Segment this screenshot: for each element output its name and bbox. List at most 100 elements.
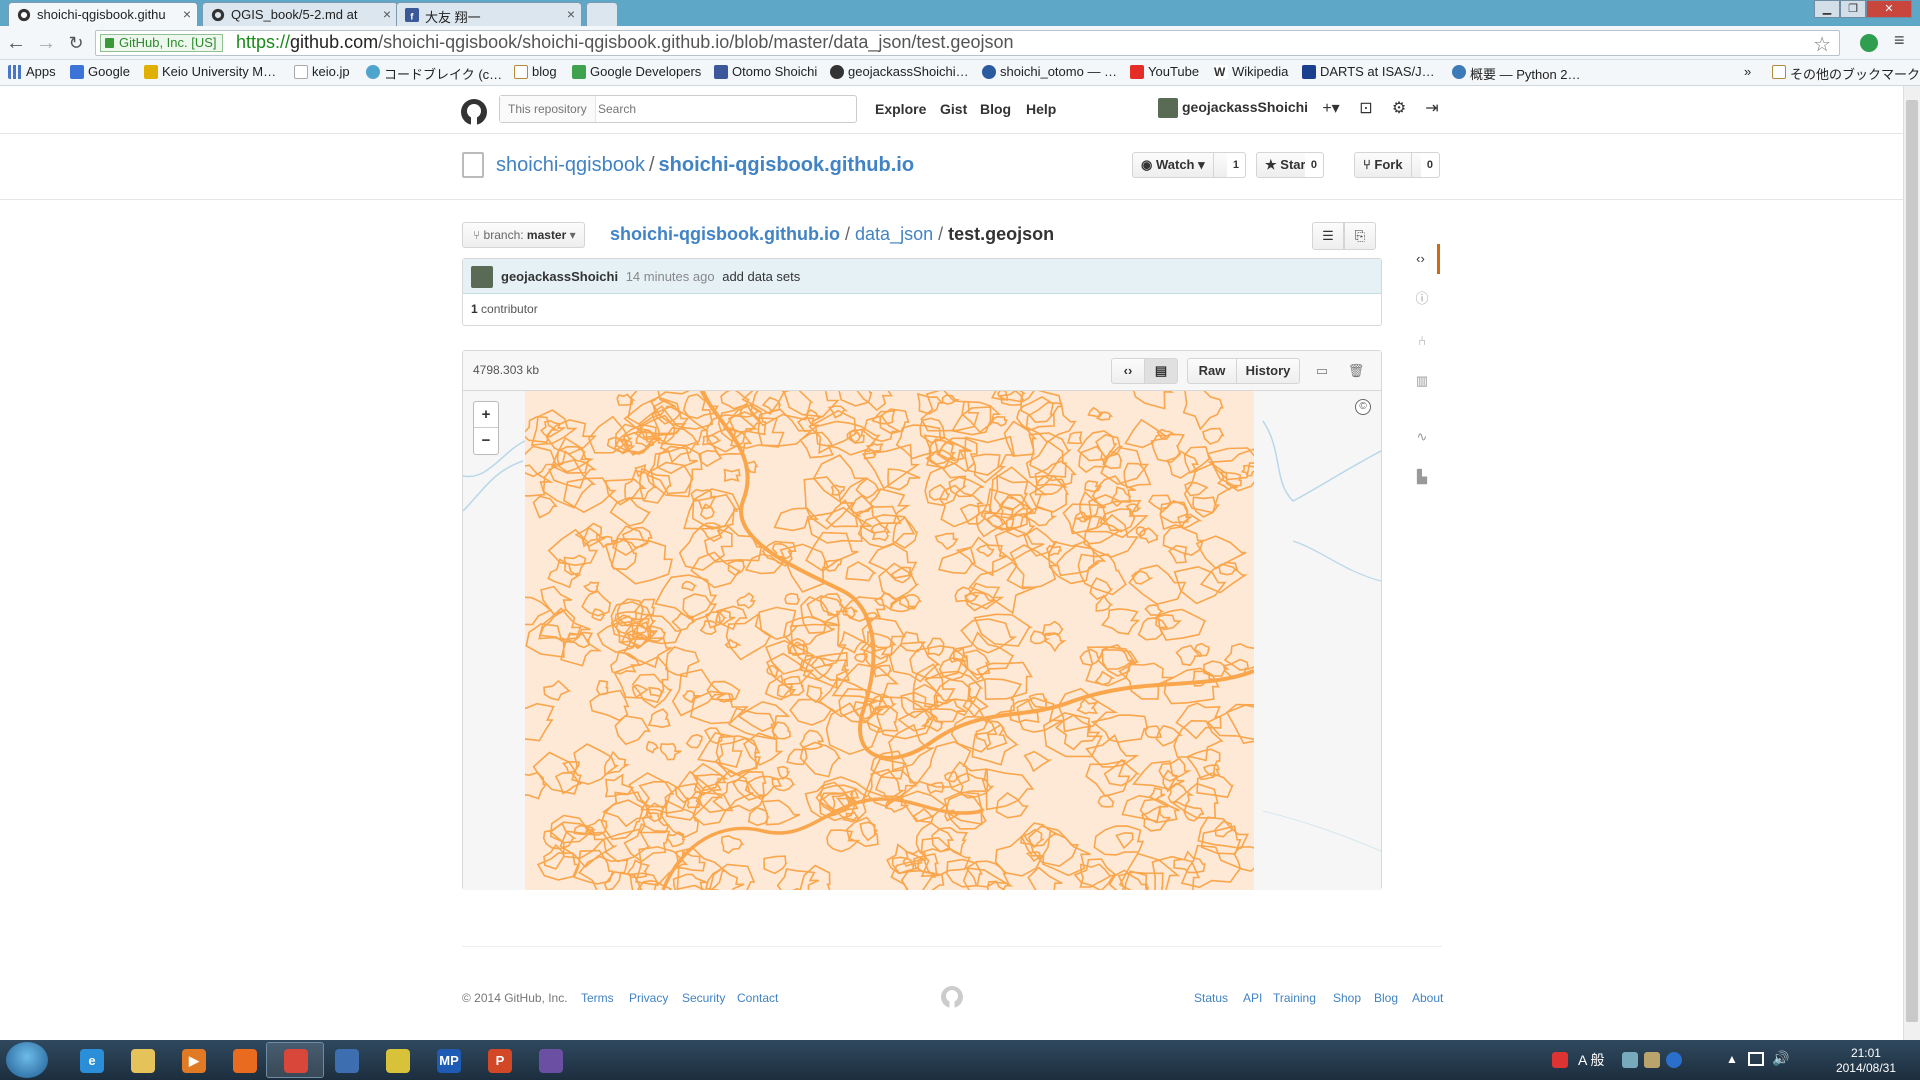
minimize-window-icon[interactable]: ▁ <box>1814 0 1840 18</box>
nav-explore[interactable]: Explore <box>875 101 926 117</box>
source-view-icon[interactable]: ‹› <box>1111 358 1145 384</box>
footer-link-shop[interactable]: Shop <box>1333 991 1361 1005</box>
network-icon[interactable] <box>1748 1052 1764 1066</box>
taskbar-media-player-button[interactable]: ▶ <box>164 1042 222 1078</box>
forward-arrow-icon[interactable]: → <box>34 31 58 55</box>
bookmark-apps[interactable]: Apps <box>8 64 56 79</box>
new-tab-button[interactable] <box>586 2 618 26</box>
issues-icon[interactable]: ⓘ <box>1404 284 1440 314</box>
bookmark-github-profile[interactable]: geojackassShoichi… <box>830 64 969 79</box>
ev-certificate-badge[interactable]: GitHub, Inc. [US] <box>100 34 223 52</box>
footer-link-status[interactable]: Status <box>1194 991 1228 1005</box>
chrome-menu-icon[interactable]: ≡ <box>1894 30 1905 51</box>
ime-indicator[interactable]: A 般 <box>1578 1050 1604 1070</box>
taskbar-internet-explorer-button[interactable]: e <box>62 1042 120 1078</box>
bookmark-google-developers[interactable]: Google Developers <box>572 64 701 79</box>
star-button[interactable]: ★ Star 0 <box>1256 152 1324 178</box>
help-icon[interactable] <box>1666 1052 1682 1068</box>
show-hidden-icons-chevron[interactable]: ▲ <box>1726 1052 1738 1066</box>
sign-out-icon[interactable]: ⇥ <box>1421 98 1443 120</box>
bookmark-keio-jp[interactable]: keio.jp <box>294 64 350 79</box>
pulse-icon[interactable]: ∿ <box>1404 422 1440 452</box>
history-button[interactable]: History <box>1236 358 1300 384</box>
geojson-map[interactable]: + − © <box>463 391 1381 890</box>
star-count[interactable]: 0 <box>1304 153 1323 177</box>
tab-close-icon[interactable]: × <box>183 6 191 22</box>
trash-icon[interactable]: 🗑 <box>1347 362 1365 380</box>
breadcrumb-dir-link[interactable]: data_json <box>855 224 933 244</box>
nav-gist[interactable]: Gist <box>940 101 967 117</box>
footer-link-api[interactable]: API <box>1243 991 1262 1005</box>
commit-message-link[interactable]: add data sets <box>722 269 800 284</box>
back-arrow-icon[interactable]: ← <box>4 31 28 55</box>
zoom-in-button[interactable]: + <box>474 402 498 428</box>
watch-button[interactable]: ◉ Watch ▾ 1 <box>1132 152 1246 178</box>
volume-icon[interactable]: 🔊 <box>1772 1050 1789 1067</box>
pull-requests-icon[interactable]: ⑃ <box>1404 326 1440 356</box>
user-menu[interactable]: geojackassShoichi <box>1158 98 1308 118</box>
watch-count[interactable]: 1 <box>1226 153 1245 177</box>
bookmark-blog-folder[interactable]: blog <box>514 64 557 79</box>
windows-start-button[interactable] <box>6 1042 48 1078</box>
bookmark-python-docs[interactable]: 概要 — Python 2… <box>1452 64 1581 83</box>
bookmarks-overflow-chevron[interactable]: » <box>1744 64 1751 79</box>
clipboard-icon[interactable]: ⎘ <box>1344 222 1376 250</box>
bookmark-star-icon[interactable]: ☆ <box>1813 32 1831 57</box>
wiki-icon[interactable]: ▥ <box>1404 366 1440 396</box>
bookmark-google[interactable]: Google <box>70 64 130 79</box>
tray-app-icon[interactable] <box>1644 1052 1660 1068</box>
bookmark-facebook[interactable]: Otomo Shoichi <box>714 64 817 79</box>
taskbar-chrome-button[interactable] <box>266 1042 324 1078</box>
antivirus-icon[interactable] <box>1552 1052 1568 1068</box>
footer-link-training[interactable]: Training <box>1273 991 1316 1005</box>
bookmark-keio-university[interactable]: Keio University M… <box>144 64 276 79</box>
breadcrumb-repo-link[interactable]: shoichi-qgisbook.github.io <box>610 224 840 244</box>
tab-qgis-book[interactable]: QGIS_book/5-2.md at × <box>202 2 398 26</box>
graphs-icon[interactable]: ▙ <box>1404 462 1440 492</box>
contributors-line[interactable]: 1 contributor <box>471 302 538 316</box>
branch-selector[interactable]: ⑂ branch: master ▾ <box>462 222 585 248</box>
commit-author-link[interactable]: geojackassShoichi <box>501 269 618 284</box>
map-attribution-icon[interactable]: © <box>1355 399 1371 415</box>
notifications-inbox-icon[interactable]: ⊡ <box>1355 98 1377 120</box>
reload-icon[interactable]: ↻ <box>64 31 88 55</box>
footer-link-blog[interactable]: Blog <box>1374 991 1398 1005</box>
fork-button[interactable]: ⑂ Fork 0 <box>1354 152 1440 178</box>
create-new-icon[interactable]: +▾ <box>1316 98 1346 120</box>
tab-facebook[interactable]: f 大友 翔一 × <box>396 2 582 26</box>
list-view-icon[interactable]: ☰ <box>1312 222 1344 250</box>
bookmark-shoichi-otomo[interactable]: shoichi_otomo — … <box>982 64 1117 79</box>
tab-close-icon[interactable]: × <box>567 6 575 22</box>
footer-link-security[interactable]: Security <box>682 991 725 1005</box>
bookmark-codebreak[interactable]: コードブレイク (c… <box>366 64 502 83</box>
taskbar-qgis-button[interactable] <box>368 1042 426 1078</box>
search-box[interactable]: This repository <box>499 95 857 123</box>
code-icon[interactable]: ‹› <box>1404 244 1440 274</box>
other-bookmarks-folder[interactable]: その他のブックマーク <box>1772 64 1920 83</box>
settings-gear-icon[interactable]: ⚙ <box>1388 98 1410 120</box>
tab-close-icon[interactable]: × <box>383 6 391 22</box>
raw-button[interactable]: Raw <box>1187 358 1237 384</box>
close-window-icon[interactable]: ✕ <box>1866 0 1912 18</box>
fork-count[interactable]: 0 <box>1420 153 1439 177</box>
extension-icon[interactable] <box>1860 34 1878 52</box>
taskbar-firefox-button[interactable] <box>215 1042 273 1078</box>
avatar[interactable] <box>471 266 493 288</box>
github-mark-icon[interactable] <box>940 985 964 1009</box>
repo-owner-link[interactable]: shoichi-qgisbook <box>496 154 645 176</box>
restore-window-icon[interactable]: ❐ <box>1840 0 1866 18</box>
taskbar-mp-app-button[interactable]: MP <box>419 1042 477 1078</box>
taskbar-powerpoint-button[interactable]: P <box>470 1042 528 1078</box>
bookmark-wikipedia[interactable]: W Wikipedia <box>1214 64 1288 79</box>
footer-link-terms[interactable]: Terms <box>581 991 614 1005</box>
footer-link-privacy[interactable]: Privacy <box>629 991 668 1005</box>
taskbar-file-explorer-button[interactable] <box>113 1042 171 1078</box>
footer-link-about[interactable]: About <box>1412 991 1443 1005</box>
footer-link-contact[interactable]: Contact <box>737 991 778 1005</box>
taskbar-github-app-button[interactable] <box>521 1042 579 1078</box>
nav-blog[interactable]: Blog <box>980 101 1011 117</box>
page-scrollbar[interactable] <box>1903 86 1920 1040</box>
github-octocat-logo-icon[interactable] <box>460 98 488 126</box>
zoom-out-button[interactable]: − <box>474 428 498 454</box>
rendered-view-icon[interactable]: ▤ <box>1144 358 1178 384</box>
